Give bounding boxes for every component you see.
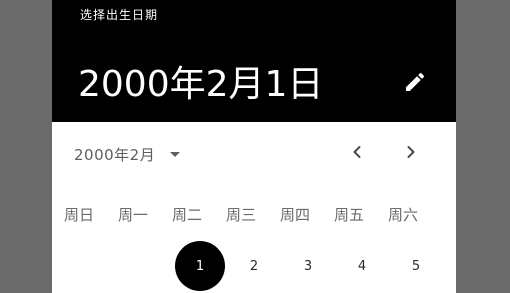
month-year-label: 2000年2月 xyxy=(74,145,156,164)
date-picker-header: 选择出生日期 2000年2月1日 xyxy=(52,0,456,122)
chevron-right-icon xyxy=(401,142,421,166)
pencil-icon xyxy=(403,70,427,98)
chevron-left-icon xyxy=(347,142,367,166)
weekday-wed: 周三 xyxy=(225,205,256,224)
weekday-mon: 周一 xyxy=(117,205,148,224)
weekday-tue: 周二 xyxy=(171,205,202,224)
day-cell-selected[interactable]: 1 xyxy=(175,241,225,291)
month-year-selector[interactable]: 2000年2月 xyxy=(74,142,183,166)
calendar-days-grid: 1 2 3 4 5 xyxy=(52,241,456,293)
date-picker-dialog: 选择出生日期 2000年2月1日 2000年2月 周日 周一 周二 周三 周四 … xyxy=(52,0,456,293)
day-cell[interactable]: 5 xyxy=(391,241,441,291)
weekday-sun: 周日 xyxy=(63,205,94,224)
arrow-drop-down-icon xyxy=(167,146,183,162)
weekday-sat: 周六 xyxy=(387,205,418,224)
weekday-fri: 周五 xyxy=(333,205,364,224)
day-cell[interactable]: 2 xyxy=(229,241,279,291)
selected-date-headline: 2000年2月1日 xyxy=(78,64,324,105)
day-cell[interactable]: 4 xyxy=(337,241,387,291)
day-cell[interactable]: 3 xyxy=(283,241,333,291)
previous-month-button[interactable] xyxy=(343,140,371,168)
weekday-thu: 周四 xyxy=(279,205,310,224)
supporting-text: 选择出生日期 xyxy=(80,8,159,22)
calendar-controls: 2000年2月 xyxy=(52,122,456,186)
edit-date-button[interactable] xyxy=(401,70,429,98)
next-month-button[interactable] xyxy=(397,140,425,168)
weekday-header-row: 周日 周一 周二 周三 周四 周五 周六 xyxy=(52,196,456,232)
